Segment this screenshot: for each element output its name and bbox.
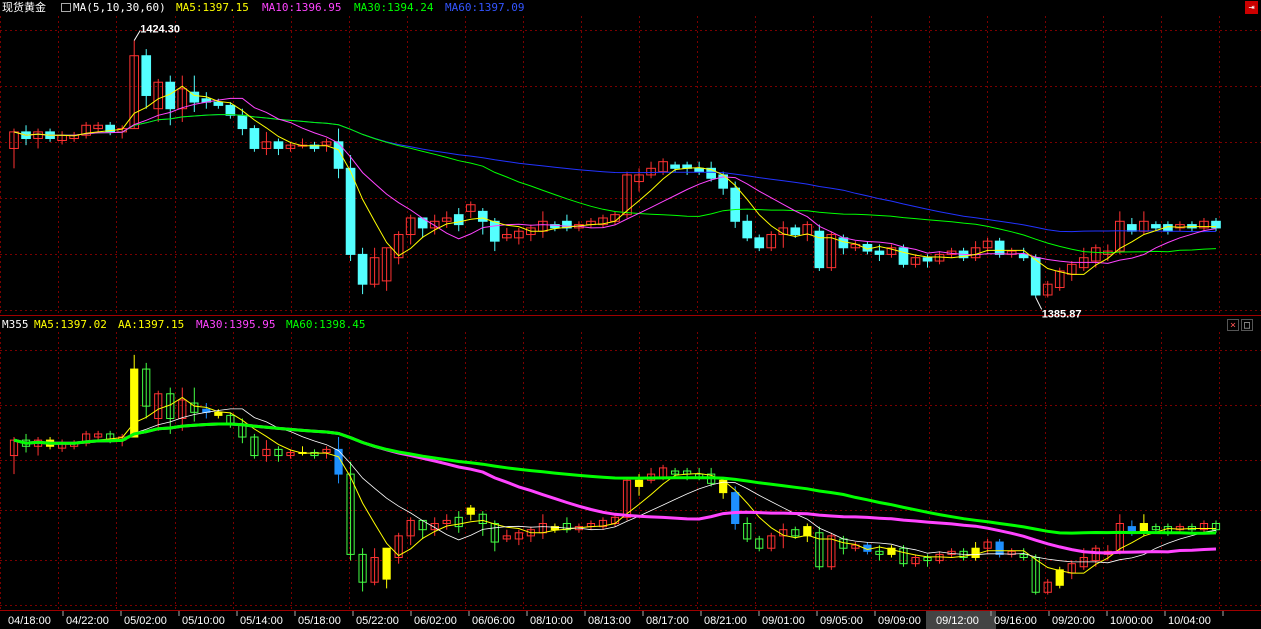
price-candle [670, 164, 680, 169]
exit-icon[interactable]: ⇥ [1245, 1, 1258, 14]
x-tick-label: 09/09:00 [878, 615, 921, 627]
legend-ma60: MA60:1397.09 [445, 1, 525, 14]
pane-close-button[interactable]: × [1227, 319, 1239, 331]
price-candle [922, 257, 933, 262]
legend-ma30: MA30:1394.24 [354, 1, 434, 14]
price-candle [694, 167, 704, 173]
x-tick-label: 09/16:00 [994, 615, 1037, 627]
x-tick-label: 08/21:00 [704, 615, 747, 627]
price-candle [273, 141, 284, 149]
x-tick-label: 09/05:00 [820, 615, 863, 627]
ma30-line [13, 114, 1217, 254]
price-candle [1030, 257, 1041, 296]
x-tick-label: 10/04:00 [1168, 615, 1211, 627]
ma5-line [13, 85, 1216, 275]
sub-candle [130, 368, 139, 438]
x-tick-label: 08/13:00 [588, 615, 631, 627]
ma10-line [13, 97, 1217, 264]
price-candle [1018, 253, 1029, 259]
x-tick-label: 04/22:00 [66, 615, 109, 627]
price-candle [417, 217, 428, 229]
price-candle [141, 55, 152, 96]
subchart-legend-ma5: MA5:1397.02 [34, 318, 107, 331]
indicator-icon[interactable] [61, 3, 71, 12]
low-label: 1385.87 [1042, 308, 1082, 320]
legend-ma5: MA5:1397.15 [176, 1, 249, 14]
price-candle [213, 101, 224, 106]
sub-candle [971, 547, 980, 558]
subchart-title: M355 [2, 318, 29, 331]
subchart-legend-ma30: MA30:1395.95 [196, 318, 276, 331]
sub-candle [466, 507, 475, 515]
legend-ma10: MA10:1396.95 [262, 1, 342, 14]
x-tick-label: 06/02:00 [414, 615, 457, 627]
sub-candle [803, 526, 812, 537]
sub-candle [731, 492, 740, 525]
price-candle [994, 240, 1005, 255]
chart-canvas[interactable]: 1424.30 1385.87 04/18:00 04/22:00 05/02:00 05… [0, 0, 1261, 629]
price-candle [790, 227, 801, 236]
x-tick-label: 06/06:00 [472, 615, 515, 627]
sub-candle [382, 547, 391, 580]
sub-ma30-line [13, 422, 1217, 555]
price-candle [477, 210, 488, 222]
price-candle [357, 253, 368, 285]
sub-candle [214, 411, 223, 416]
sub-candle [995, 541, 1004, 555]
price-candle [1151, 224, 1161, 229]
indicator-label: MA(5,10,30,60) [73, 1, 166, 14]
price-candle [874, 250, 885, 255]
x-tick-label: 09/20:00 [1052, 615, 1095, 627]
x-tick-label: 05/22:00 [356, 615, 399, 627]
price-candle [249, 128, 260, 149]
sub-candle [634, 479, 644, 487]
price-candle [489, 220, 500, 242]
chart-stage: 1424.30 1385.87 04/18:00 04/22:00 05/02:00 05… [0, 0, 1261, 629]
price-candle [754, 237, 765, 249]
price-candle [742, 220, 753, 239]
x-tick-label: 08/10:00 [530, 615, 573, 627]
sub-candle [1055, 569, 1064, 586]
symbol-title: 现货黄金 [2, 1, 46, 14]
subchart-legend-ma60: MA60:1398.45 [286, 318, 366, 331]
high-label: 1424.30 [140, 24, 180, 36]
price-candle [730, 187, 741, 222]
x-tick-label: 05/18:00 [298, 615, 341, 627]
price-candle [898, 247, 909, 265]
pane-restore-button[interactable]: □ [1241, 319, 1253, 331]
price-candle [345, 167, 356, 255]
x-tick-label: 09/01:00 [762, 615, 805, 627]
price-candle [838, 237, 849, 249]
x-tick-label: 08/17:00 [646, 615, 689, 627]
x-tick-label: 05/10:00 [182, 615, 225, 627]
price-candle [1127, 224, 1137, 232]
x-tick-label: 05/14:00 [240, 615, 283, 627]
price-candle [225, 104, 236, 116]
subchart-legend-aa: AA:1397.15 [118, 318, 185, 331]
x-tick-label: 04/18:00 [8, 615, 51, 627]
price-candle [453, 214, 464, 226]
x-tick-label: 05/02:00 [124, 615, 167, 627]
x-tick-label: 09/12:00 [936, 615, 979, 627]
x-tick-label: 10/00:00 [1110, 615, 1153, 627]
price-candle [237, 114, 248, 130]
